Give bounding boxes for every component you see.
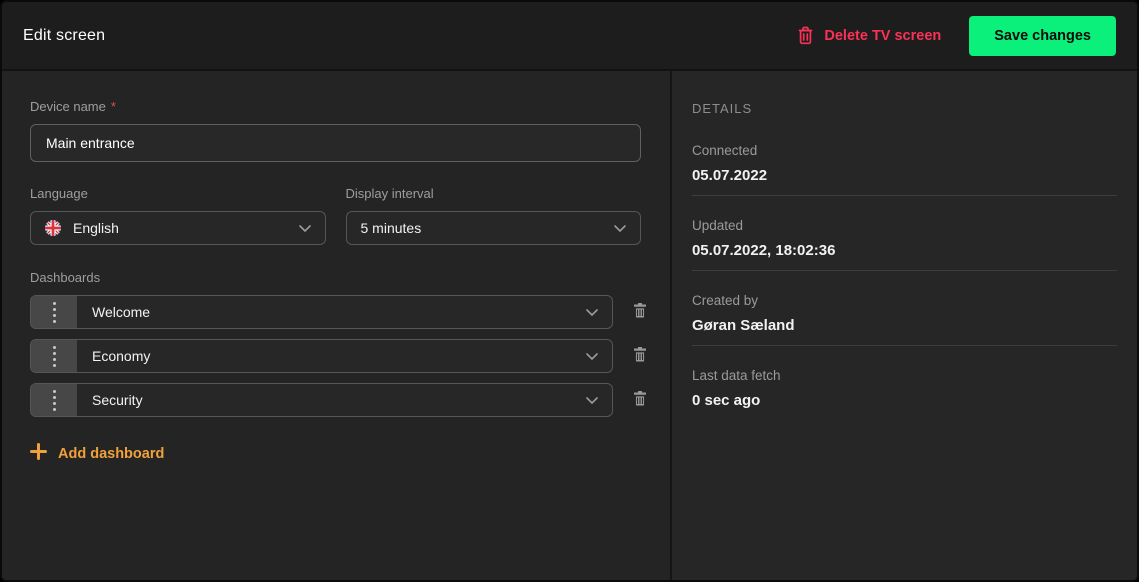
detail-divider xyxy=(692,270,1117,271)
delete-tv-screen-label: Delete TV screen xyxy=(824,28,941,44)
remove-dashboard-button[interactable] xyxy=(632,390,648,410)
chevron-down-icon xyxy=(299,219,311,237)
chevron-down-icon xyxy=(614,219,626,237)
uk-flag-icon xyxy=(45,220,61,236)
language-label: Language xyxy=(30,186,326,201)
remove-dashboard-button[interactable] xyxy=(632,346,648,366)
dashboard-select-welcome[interactable]: Welcome xyxy=(30,295,613,329)
language-value: English xyxy=(73,220,119,236)
display-interval-group: Display interval 5 minutes xyxy=(346,186,642,245)
detail-value: 0 sec ago xyxy=(692,392,1117,409)
dashboards-label: Dashboards xyxy=(30,270,670,285)
detail-label: Created by xyxy=(692,293,1117,308)
chevron-down-icon xyxy=(586,391,598,409)
add-dashboard-label: Add dashboard xyxy=(58,446,164,462)
display-interval-value: 5 minutes xyxy=(361,220,422,236)
dashboard-row: Security xyxy=(30,383,670,417)
detail-label: Last data fetch xyxy=(692,368,1117,383)
main-content: Device name * Language xyxy=(2,71,1137,580)
trash-icon xyxy=(632,346,648,366)
detail-value: Gøran Sæland xyxy=(692,317,1117,334)
dashboard-name: Security xyxy=(92,392,143,408)
trash-icon xyxy=(632,390,648,410)
chevron-down-icon xyxy=(586,303,598,321)
detail-value: 05.07.2022 xyxy=(692,167,1117,184)
drag-handle-icon[interactable] xyxy=(31,340,77,372)
selects-row: Language xyxy=(30,186,641,245)
detail-divider xyxy=(692,345,1117,346)
display-interval-label: Display interval xyxy=(346,186,642,201)
dashboard-name: Economy xyxy=(92,348,150,364)
add-dashboard-button[interactable]: Add dashboard xyxy=(30,443,164,464)
dashboard-select-economy[interactable]: Economy xyxy=(30,339,613,373)
detail-item-connected: Connected 05.07.2022 xyxy=(692,143,1117,184)
detail-label: Connected xyxy=(692,143,1117,158)
dashboards-section: Dashboards Welcome xyxy=(30,270,670,464)
language-group: Language xyxy=(30,186,326,245)
trash-icon xyxy=(632,302,648,322)
detail-divider xyxy=(692,195,1117,196)
dashboard-row: Welcome xyxy=(30,295,670,329)
dashboard-row: Economy xyxy=(30,339,670,373)
drag-handle-icon[interactable] xyxy=(31,296,77,328)
detail-value: 05.07.2022, 18:02:36 xyxy=(692,242,1117,259)
dashboard-select-security[interactable]: Security xyxy=(30,383,613,417)
dashboard-name: Welcome xyxy=(92,304,150,320)
detail-item-last-data-fetch: Last data fetch 0 sec ago xyxy=(692,368,1117,409)
required-asterisk: * xyxy=(111,99,116,114)
remove-dashboard-button[interactable] xyxy=(632,302,648,322)
chevron-down-icon xyxy=(586,347,598,365)
trash-icon xyxy=(797,26,814,45)
device-name-label-text: Device name xyxy=(30,99,106,114)
display-interval-select[interactable]: 5 minutes xyxy=(346,211,642,245)
plus-icon xyxy=(30,443,47,464)
header-actions: Delete TV screen Save changes xyxy=(797,16,1116,56)
details-panel: DETAILS Connected 05.07.2022 Updated 05.… xyxy=(672,71,1137,580)
device-name-label: Device name * xyxy=(30,99,670,114)
page-title: Edit screen xyxy=(23,27,105,45)
details-title: DETAILS xyxy=(692,101,1117,116)
device-name-group: Device name * xyxy=(30,99,670,162)
save-changes-button[interactable]: Save changes xyxy=(969,16,1116,56)
drag-handle-icon[interactable] xyxy=(31,384,77,416)
form-panel: Device name * Language xyxy=(2,71,670,580)
detail-item-created-by: Created by Gøran Sæland xyxy=(692,293,1117,334)
edit-screen-window: Edit screen Delete TV screen Save change… xyxy=(0,0,1139,582)
detail-label: Updated xyxy=(692,218,1117,233)
device-name-input[interactable] xyxy=(30,124,641,162)
detail-item-updated: Updated 05.07.2022, 18:02:36 xyxy=(692,218,1117,259)
delete-tv-screen-button[interactable]: Delete TV screen xyxy=(797,26,941,45)
language-select[interactable]: English xyxy=(30,211,326,245)
header: Edit screen Delete TV screen Save change… xyxy=(2,2,1137,71)
